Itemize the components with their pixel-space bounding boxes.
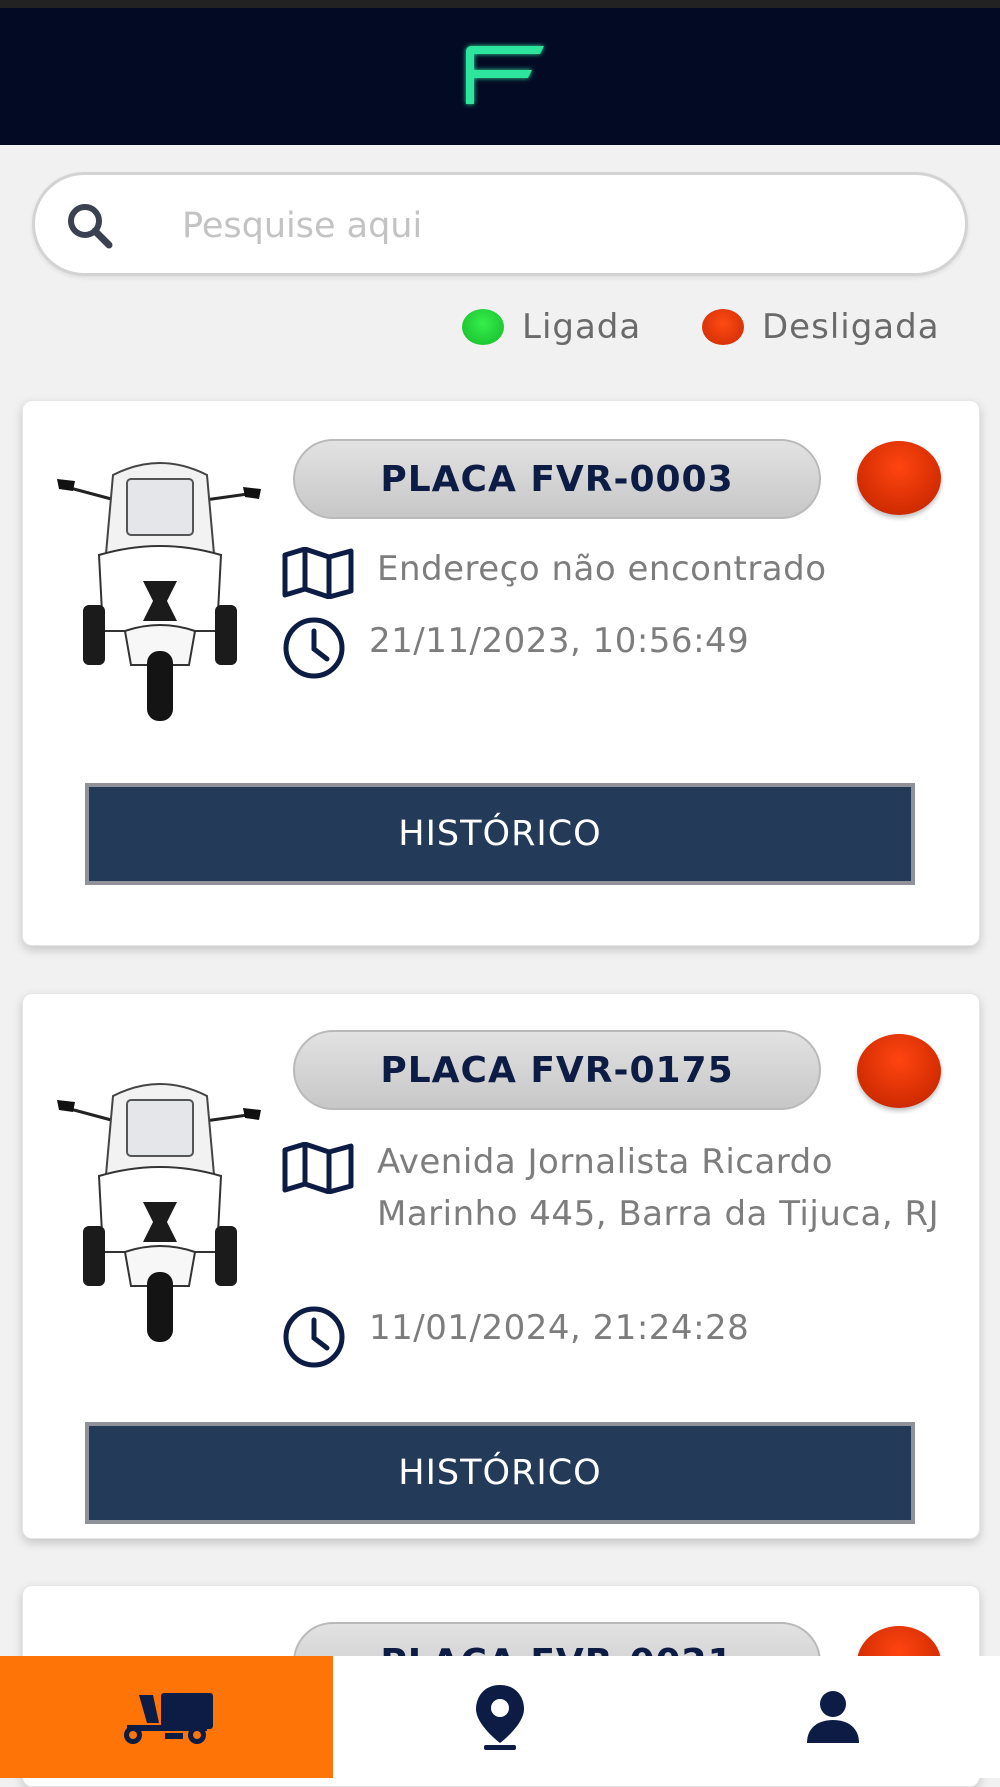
status-indicator	[857, 1034, 941, 1108]
vehicle-address: Endereço não encontrado	[377, 549, 827, 589]
map-icon	[282, 547, 354, 599]
plate-label: PLACA FVR-0003	[293, 439, 821, 519]
clock-icon	[283, 1306, 345, 1368]
user-icon	[806, 1691, 859, 1743]
legend-on-label: Ligada	[522, 307, 642, 347]
map-icon	[282, 1142, 354, 1194]
plate-label: PLACA FVR-0175	[293, 1030, 821, 1110]
search-icon[interactable]	[63, 199, 119, 255]
app-header	[0, 0, 1000, 145]
history-button[interactable]: HISTÓRICO	[85, 783, 915, 885]
vehicle-card[interactable]: PLACA FVR-0003 Endereço não encontrado 2…	[22, 400, 980, 946]
vehicle-address: Avenida Jornalista Ricardo Marinho 445, …	[377, 1142, 940, 1234]
tab-vehicles[interactable]	[0, 1656, 333, 1778]
legend-on: Ligada	[462, 304, 641, 350]
vehicle-datetime: 21/11/2023, 10:56:49	[369, 621, 750, 661]
status-off-icon	[702, 309, 744, 345]
status-indicator	[857, 441, 941, 515]
map-pin-icon	[475, 1685, 524, 1750]
vehicle-datetime: 11/01/2024, 21:24:28	[369, 1308, 750, 1348]
vehicle-card[interactable]: PLACA FVR-0175 Avenida Jornalista Ricard…	[22, 993, 980, 1539]
delivery-vehicle-icon	[123, 1693, 213, 1744]
tab-map[interactable]	[333, 1656, 666, 1778]
scooter-image	[57, 462, 261, 721]
history-button[interactable]: HISTÓRICO	[85, 1422, 915, 1524]
legend-off: Desligada	[702, 304, 940, 350]
legend-off-label: Desligada	[762, 307, 940, 347]
tab-profile[interactable]	[666, 1656, 999, 1778]
clock-icon	[283, 617, 345, 679]
scooter-image	[57, 1083, 261, 1342]
f-logo-icon	[466, 46, 544, 104]
bottom-navigation	[0, 1656, 1000, 1778]
search-bar	[32, 172, 968, 276]
status-on-icon	[462, 309, 504, 345]
search-input[interactable]	[180, 193, 924, 259]
